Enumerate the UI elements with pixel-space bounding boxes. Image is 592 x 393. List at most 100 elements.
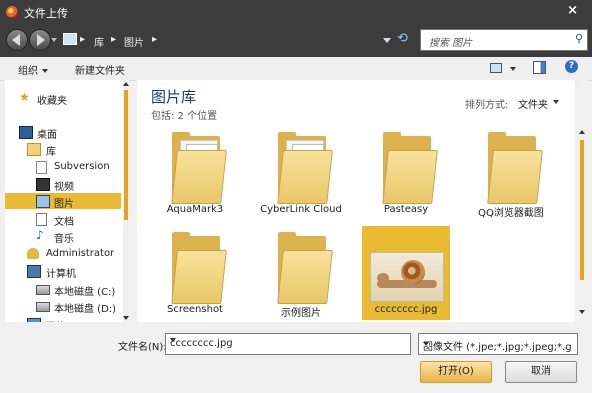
chevron-down-icon xyxy=(42,69,48,73)
arrange-by-dropdown[interactable]: 文件夹 xyxy=(518,96,548,111)
star-icon: ★ xyxy=(19,90,30,104)
breadcrumb-library[interactable]: 库 xyxy=(94,34,104,49)
sidebar-item-label: 音乐 xyxy=(54,234,74,245)
cancel-button[interactable]: 取消 xyxy=(505,361,577,383)
sidebar-item-favorites[interactable]: ★ 收藏夹 xyxy=(5,90,121,107)
sidebar-item-subversion[interactable]: Subversion xyxy=(5,159,121,175)
item-label: AquaMark3 xyxy=(166,204,224,215)
computer-icon xyxy=(27,265,41,278)
item-label: QQ浏览器截图 xyxy=(478,208,544,219)
breadcrumb-separator: ▸ xyxy=(80,34,86,45)
file-type-select[interactable]: 图像文件 (*.jpe;*.jpg;*.jpeg;*.g xyxy=(418,333,578,355)
scroll-up-icon[interactable] xyxy=(123,82,129,86)
library-title: 图片库 xyxy=(151,88,197,106)
sidebar-item-videos[interactable]: 视频 xyxy=(5,176,121,193)
new-folder-button[interactable]: 新建文件夹 xyxy=(75,62,125,77)
sidebar-item-label: 库 xyxy=(46,147,56,158)
user-icon xyxy=(27,248,39,259)
footer-panel: 文件名(N): cccccccc.jpg 图像文件 (*.jpe;*.jpg;*… xyxy=(0,322,592,393)
folder-item[interactable]: CyberLink Cloud xyxy=(257,126,345,220)
sidebar-item-computer[interactable]: 计算机 xyxy=(5,263,121,280)
desktop-icon xyxy=(19,126,33,139)
forward-button[interactable] xyxy=(29,29,51,51)
item-label: cccccccc.jpg xyxy=(374,304,438,315)
scroll-down-icon[interactable] xyxy=(123,316,129,320)
chevron-down-icon[interactable] xyxy=(553,100,559,104)
drive-icon xyxy=(36,302,50,312)
chevron-down-icon[interactable] xyxy=(423,342,429,346)
folder-item[interactable]: AquaMark3 xyxy=(151,126,239,220)
sidebar-item-label: 本地磁盘 (D:) xyxy=(54,304,117,315)
forward-arrow-icon xyxy=(37,34,45,46)
sidebar-item-pictures[interactable]: 图片 xyxy=(5,193,121,210)
sidebar-scroll-thumb[interactable] xyxy=(124,90,128,220)
back-arrow-icon xyxy=(12,34,20,46)
sidebar-item-label: 本地磁盘 (C:) xyxy=(54,287,116,298)
scroll-down-icon[interactable] xyxy=(579,310,585,314)
breadcrumb-pictures[interactable]: 图片 xyxy=(124,34,144,49)
folder-icon xyxy=(277,232,333,304)
scroll-up-icon[interactable] xyxy=(579,130,585,134)
arrange-by-label: 排列方式: xyxy=(465,100,509,111)
folder-item[interactable]: QQ浏览器截图 xyxy=(467,126,555,220)
sidebar-scrollbar[interactable] xyxy=(123,80,129,322)
organize-label: 组织 xyxy=(18,66,38,77)
breadcrumb-separator: ▸ xyxy=(111,34,117,45)
folder-icon xyxy=(382,132,438,204)
breadcrumb-separator: ▸ xyxy=(152,34,158,45)
chevron-down-icon[interactable] xyxy=(510,67,516,71)
search-input[interactable]: 搜索 图片 ⚲ xyxy=(420,29,588,51)
item-label: CyberLink Cloud xyxy=(260,204,342,215)
preview-pane-icon[interactable] xyxy=(533,61,546,74)
library-icon xyxy=(63,33,77,45)
image-file-item[interactable]: cccccccc.jpg xyxy=(362,226,450,320)
sidebar-item-drive-c[interactable]: 本地磁盘 (C:) xyxy=(5,281,121,298)
sidebar-item-desktop[interactable]: 桌面 xyxy=(5,124,121,141)
sidebar-item-label: Administrator xyxy=(46,248,115,259)
filename-input[interactable]: cccccccc.jpg xyxy=(165,333,411,355)
folder-icon xyxy=(487,132,543,204)
library-subtitle: 包括: 2 个位置 xyxy=(151,111,218,122)
folder-item[interactable]: 示例图片 xyxy=(257,226,345,320)
file-list: 图片库 包括: 2 个位置 排列方式: 文件夹 AquaMark3 CyberL… xyxy=(137,80,575,322)
item-label: 示例图片 xyxy=(281,308,321,319)
file-type-value: 图像文件 (*.jpe;*.jpg;*.jpeg;*.g xyxy=(423,342,572,353)
change-view-icon[interactable] xyxy=(490,63,502,73)
sidebar-item-label: 收藏夹 xyxy=(37,96,67,107)
sidebar-item-label: 文档 xyxy=(54,217,74,228)
file-list-scroll-thumb[interactable] xyxy=(580,140,584,280)
window-title: 文件上传 xyxy=(24,7,68,20)
toolbar: 组织 新建文件夹 ? xyxy=(0,57,592,81)
sidebar-item-label: Subversion xyxy=(54,161,110,172)
navigation-bar: ▸ 库 ▸ 图片 ▸ ⟲ 搜索 图片 ⚲ xyxy=(0,24,592,57)
help-icon[interactable]: ? xyxy=(565,60,578,73)
sidebar-item-music[interactable]: ♪ 音乐 xyxy=(5,228,121,245)
folder-item[interactable]: Pasteasy xyxy=(362,126,450,220)
refresh-icon[interactable]: ⟲ xyxy=(397,31,408,46)
sidebar-item-label: 计算机 xyxy=(46,269,76,280)
sidebar-item-library[interactable]: 库 xyxy=(5,141,121,158)
address-dropdown-icon[interactable] xyxy=(383,38,391,43)
back-button[interactable] xyxy=(6,29,28,51)
sidebar-item-label: 视频 xyxy=(54,182,74,193)
close-button[interactable]: × xyxy=(567,3,578,18)
chevron-down-icon[interactable] xyxy=(170,338,176,342)
firefox-icon xyxy=(6,6,18,18)
history-dropdown-icon[interactable] xyxy=(51,38,57,42)
sidebar-item-drive-d[interactable]: 本地磁盘 (D:) xyxy=(5,298,121,315)
file-list-scrollbar[interactable] xyxy=(577,80,587,322)
search-icon[interactable]: ⚲ xyxy=(575,32,583,45)
image-thumbnail xyxy=(370,252,444,302)
sidebar-item-documents[interactable]: 文档 xyxy=(5,211,121,228)
folder-item[interactable]: Screenshot xyxy=(151,226,239,320)
item-label: Screenshot xyxy=(167,304,223,315)
folder-icon xyxy=(277,132,333,204)
organize-button[interactable]: 组织 xyxy=(18,62,48,77)
drive-icon xyxy=(36,285,50,295)
open-button[interactable]: 打开(O) xyxy=(420,361,492,383)
sidebar-item-administrator[interactable]: Administrator xyxy=(5,246,121,262)
sidebar-item-label: 桌面 xyxy=(37,130,57,141)
snail-shell xyxy=(401,260,425,284)
title-bar: 文件上传 × xyxy=(0,0,592,24)
filename-value: cccccccc.jpg xyxy=(170,338,233,349)
